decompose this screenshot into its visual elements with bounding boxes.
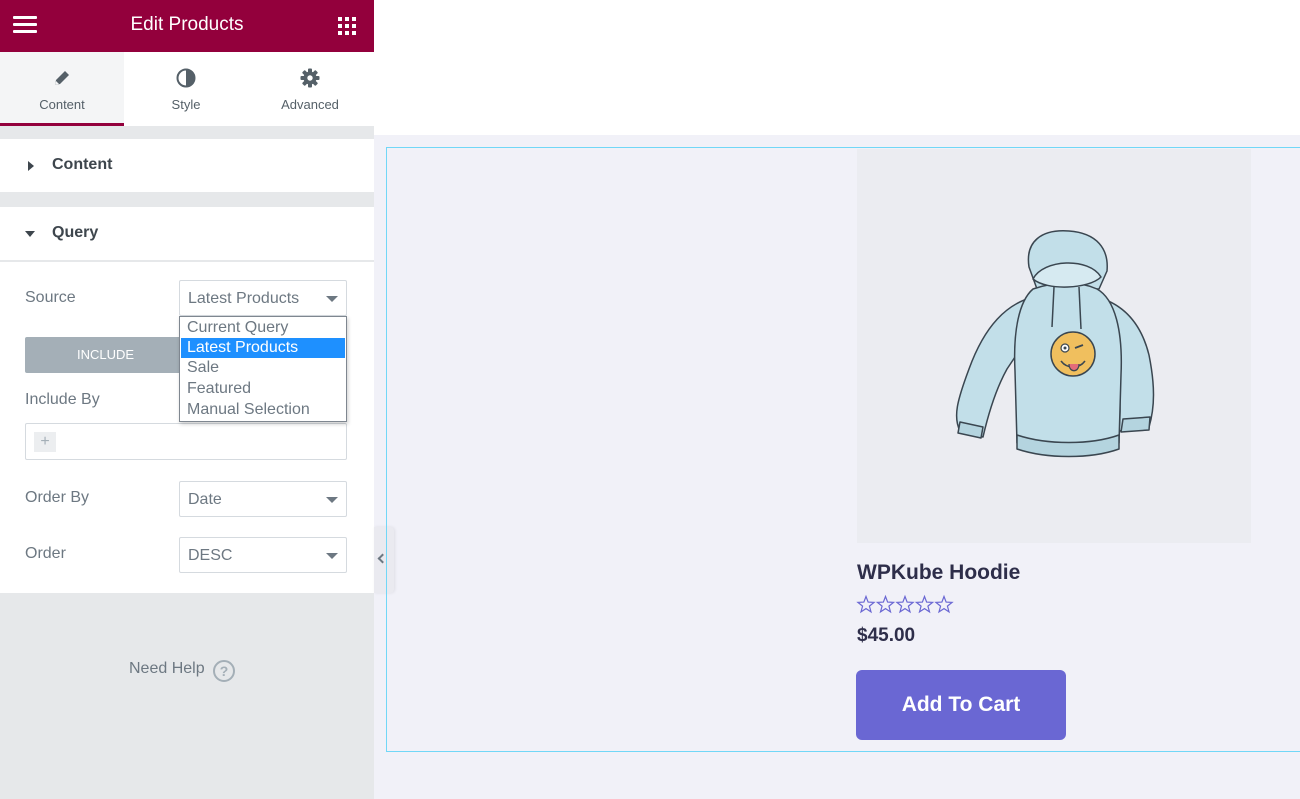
widgets-grid-icon[interactable] [338, 17, 356, 35]
tab-advanced[interactable]: Advanced [248, 52, 372, 126]
source-option[interactable]: Sale [181, 358, 345, 378]
include-by-label: Include By [25, 391, 100, 408]
product-title[interactable]: WPKube Hoodie [857, 561, 1020, 585]
add-to-cart-button[interactable]: Add To Cart [856, 670, 1066, 740]
section-content-title: Content [52, 156, 113, 173]
order-by-value: Date [188, 491, 222, 508]
product-price: $45.00 [857, 625, 916, 646]
panel-tabs: Content Style Advanced [0, 52, 374, 126]
chevron-down-icon [326, 296, 338, 302]
chevron-down-icon [326, 553, 338, 559]
section-query-toggle[interactable]: Query [0, 207, 374, 260]
contrast-icon [176, 68, 196, 88]
order-select[interactable]: DESC [179, 537, 347, 573]
tab-style[interactable]: Style [124, 52, 248, 126]
star-icon [875, 594, 896, 614]
product-image[interactable] [857, 149, 1251, 543]
section-query-title: Query [52, 224, 99, 241]
order-by-label: Order By [25, 489, 90, 506]
help-icon[interactable]: ? [213, 660, 235, 682]
source-option[interactable]: Featured [181, 379, 345, 399]
order-label: Order [25, 545, 66, 562]
star-icon [856, 594, 876, 614]
need-help-link[interactable]: Need Help [129, 660, 205, 678]
caret-down-icon [25, 231, 35, 237]
source-select[interactable]: Latest Products [179, 280, 347, 316]
source-dropdown-list: Current Query Latest Products Sale Featu… [179, 316, 347, 422]
order-value: DESC [188, 547, 233, 564]
rating-stars [856, 594, 954, 614]
include-by-input[interactable]: + [25, 423, 347, 460]
source-label: Source [25, 289, 76, 306]
source-option[interactable]: Current Query [181, 318, 345, 338]
gear-icon [300, 68, 320, 88]
star-icon [895, 594, 915, 614]
star-icon [914, 594, 935, 614]
add-tag-icon[interactable]: + [34, 432, 56, 452]
pencil-icon [55, 71, 69, 85]
star-icon [934, 594, 954, 614]
tab-content[interactable]: Content [0, 52, 124, 126]
include-tab[interactable]: INCLUDE [25, 337, 186, 373]
section-content-toggle[interactable]: Content [0, 139, 374, 192]
tab-style-label: Style [171, 97, 201, 112]
panel-header: Edit Products [0, 0, 374, 52]
caret-right-icon [28, 161, 34, 171]
source-option-selected[interactable]: Latest Products [181, 338, 345, 358]
hoodie-illustration [955, 230, 1155, 458]
source-option[interactable]: Manual Selection [181, 400, 345, 420]
source-select-value: Latest Products [188, 290, 300, 307]
tab-advanced-label: Advanced [281, 97, 339, 112]
tab-content-label: Content [39, 97, 85, 112]
editor-panel: Edit Products Content Style Advanced Con… [0, 0, 374, 799]
order-by-select[interactable]: Date [179, 481, 347, 517]
chevron-down-icon [326, 497, 338, 503]
panel-title: Edit Products [130, 14, 244, 35]
